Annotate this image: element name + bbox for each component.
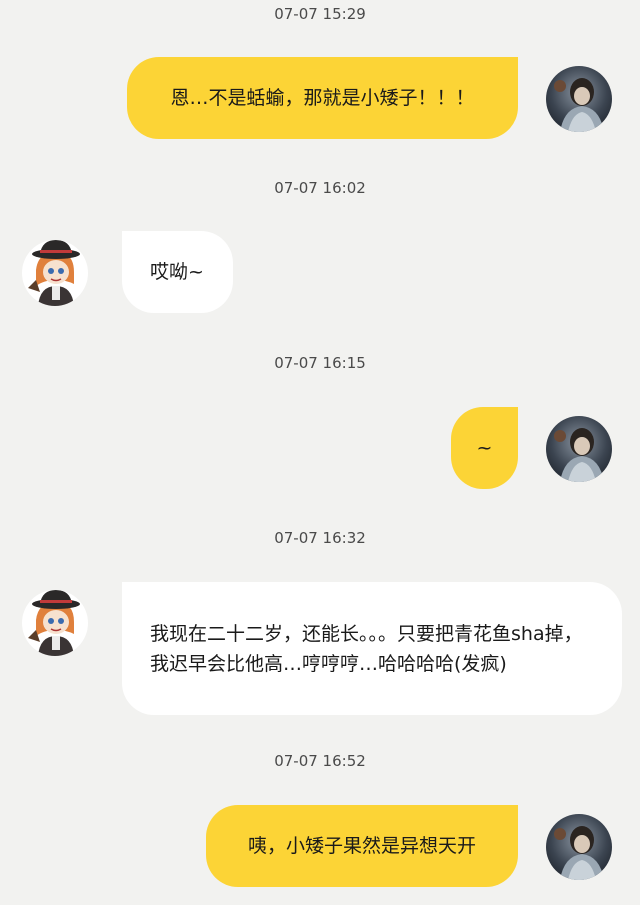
user-avatar[interactable] <box>546 416 612 482</box>
user-avatar[interactable] <box>546 814 612 880</box>
contact-avatar[interactable] <box>22 590 88 656</box>
contact-message-bubble[interactable]: 哎呦~ <box>122 231 233 313</box>
my-message-bubble[interactable]: ~ <box>451 407 518 489</box>
contact-message-bubble[interactable]: 我现在二十二岁，还能长。。。只要把青花鱼sha掉，我迟早会比他高…哼哼哼…哈哈哈… <box>122 582 622 715</box>
my-message-bubble[interactable]: 恩…不是蛞蝓，那就是小矮子！！！ <box>127 57 518 139</box>
timestamp: 07-07 15:29 <box>274 5 366 23</box>
my-message-bubble[interactable]: 咦，小矮子果然是异想天开 <box>206 805 518 887</box>
timestamp: 07-07 16:15 <box>274 354 366 372</box>
contact-avatar[interactable] <box>22 240 88 306</box>
user-avatar[interactable] <box>546 66 612 132</box>
timestamp: 07-07 16:52 <box>274 752 366 770</box>
timestamp: 07-07 16:02 <box>274 179 366 197</box>
timestamp: 07-07 16:32 <box>274 529 366 547</box>
